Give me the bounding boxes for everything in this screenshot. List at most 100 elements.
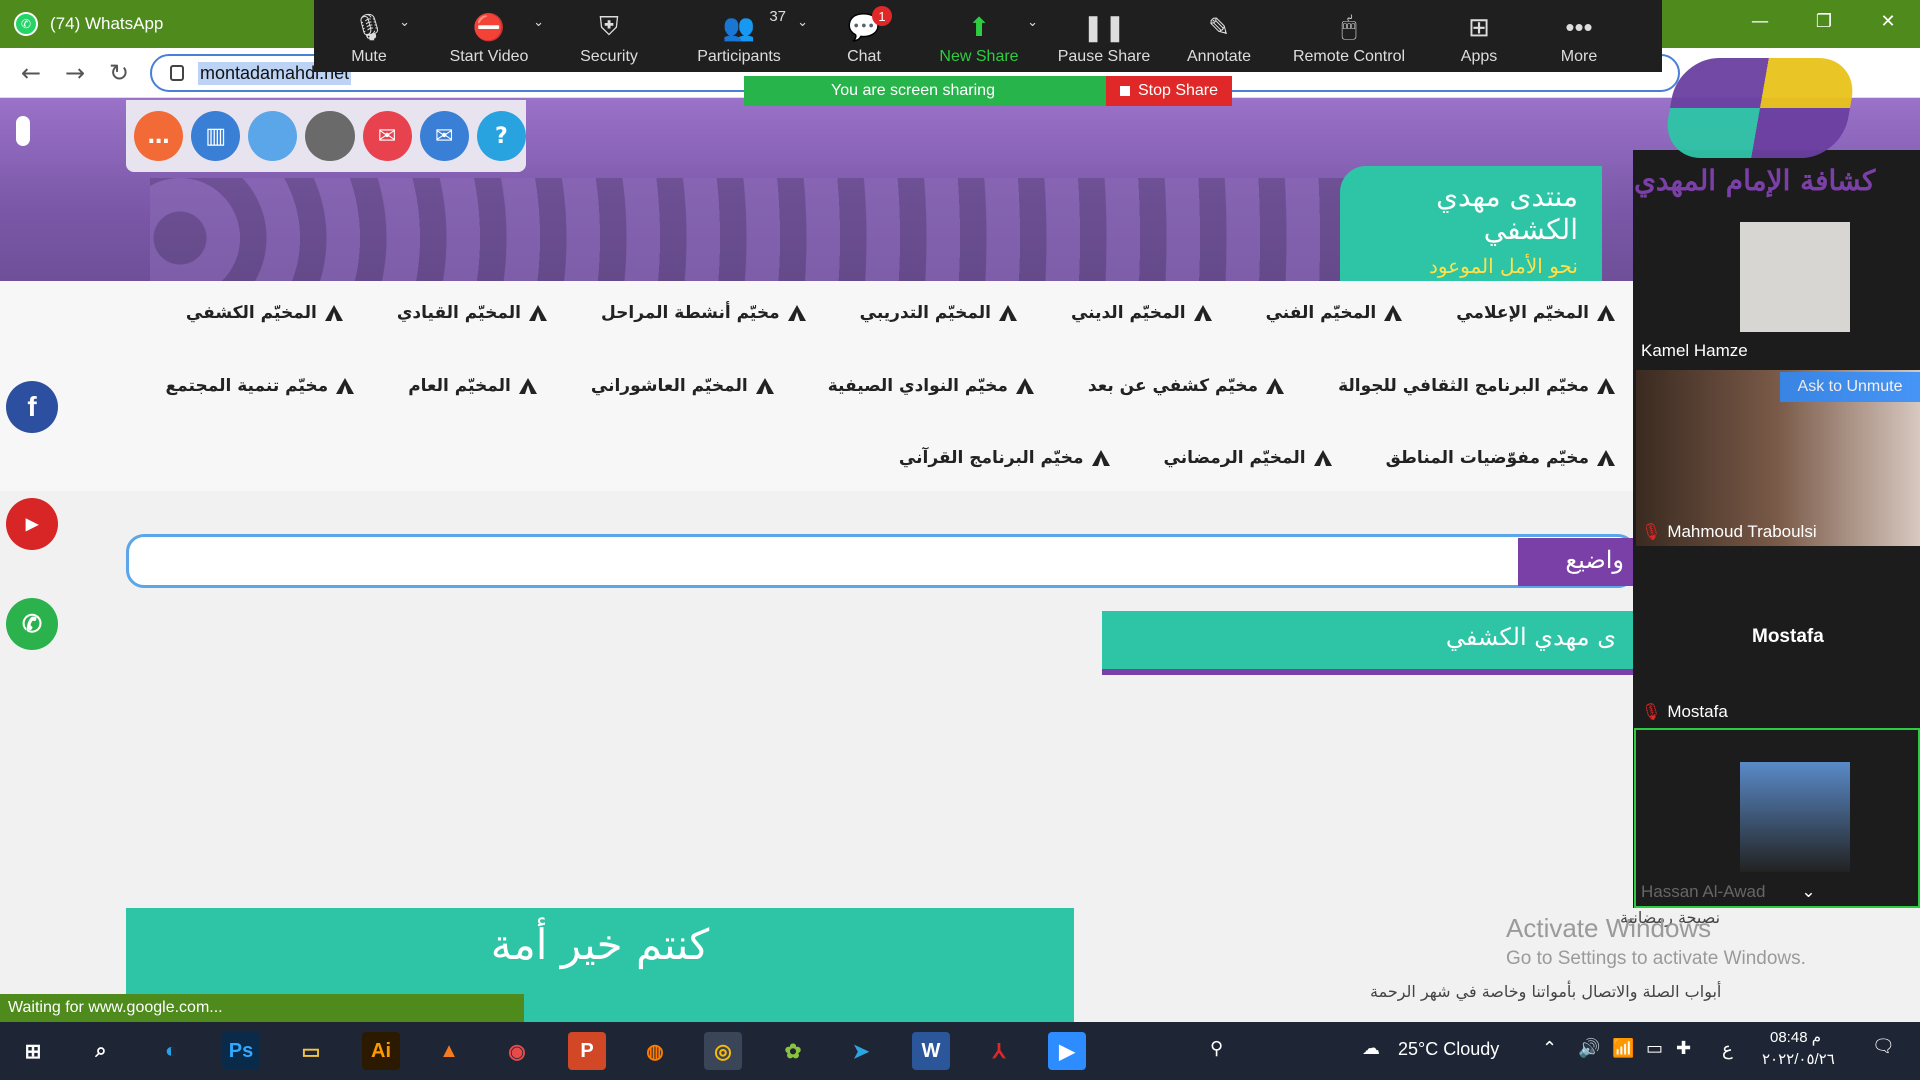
chevron-up-icon[interactable]: ⌃ xyxy=(1542,1038,1557,1059)
participants-button[interactable]: 👥 Participants 37 ⌄ xyxy=(664,0,814,72)
help-icon[interactable]: ? xyxy=(476,111,526,161)
powerpoint-icon[interactable]: P xyxy=(568,1032,606,1070)
whatsapp-share-icon[interactable]: ✆ xyxy=(6,598,58,650)
menu-item[interactable]: مخيّم البرنامج القرآني xyxy=(899,448,1110,468)
topics-button[interactable]: واضيع xyxy=(1518,538,1636,586)
tent-icon xyxy=(1266,378,1285,394)
telegram-icon[interactable]: ➤ xyxy=(842,1032,880,1070)
forward-icon[interactable]: → xyxy=(62,59,88,87)
volume-icon[interactable]: 🔊 xyxy=(1578,1038,1600,1059)
menu-item[interactable]: المخيّم التدريبي xyxy=(860,303,1017,323)
word-icon[interactable]: W xyxy=(912,1032,950,1070)
clock-date[interactable]: ٢٠٢٢/٠٥/٢٦ xyxy=(1762,1050,1835,1068)
clock-time[interactable]: 08:48 م xyxy=(1770,1028,1821,1046)
vlc-icon[interactable]: ▲ xyxy=(430,1032,468,1070)
ask-to-unmute-button[interactable]: Ask to Unmute xyxy=(1780,372,1920,402)
remote-control-button[interactable]: 🖱 Remote Control xyxy=(1274,0,1424,72)
chat-badge: 1 xyxy=(872,6,892,26)
menu-item-label: المخيّم الفني xyxy=(1265,303,1377,323)
chevron-down-icon: ⌄ xyxy=(797,14,808,29)
youtube-icon[interactable]: ▶ xyxy=(6,498,58,550)
tent-icon xyxy=(998,305,1017,321)
participant-photo xyxy=(1740,762,1850,872)
stop-share-button[interactable]: Stop Share xyxy=(1106,76,1232,106)
illustrator-icon[interactable]: Ai xyxy=(362,1032,400,1070)
tent-icon xyxy=(787,305,806,321)
section-header: ى مهدي الكشفي xyxy=(1102,611,1636,675)
chevron-down-icon: ⌄ xyxy=(1027,14,1038,29)
minimize-icon[interactable]: — xyxy=(1728,0,1792,42)
maximize-icon[interactable]: ❐ xyxy=(1792,0,1856,42)
menu-item[interactable]: مخيّم النوادي الصيفية xyxy=(828,376,1034,396)
pause-share-button[interactable]: ❚❚ Pause Share xyxy=(1044,0,1164,72)
firefox-icon[interactable]: ◍ xyxy=(636,1032,674,1070)
menu-item-label: مخيّم البرنامج القرآني xyxy=(898,448,1084,468)
menu-item[interactable]: المخيّم الكشفي xyxy=(186,303,343,323)
participant-name: Hassan Al-Awad ⌄ xyxy=(1641,882,1816,901)
menu-item[interactable]: المخيّم القيادي xyxy=(397,303,547,323)
menu-item-label: مخيّم أنشطة المراحل xyxy=(600,303,780,323)
menu-item[interactable]: مخيّم البرنامج الثقافي للجوالة xyxy=(1338,376,1615,396)
app-icon[interactable]: ◉ xyxy=(498,1032,536,1070)
start-video-button[interactable]: ⛔ Start Video ⌄ xyxy=(424,0,554,72)
menu-item-label: المخيّم التدريبي xyxy=(859,303,991,323)
tent-icon xyxy=(1597,450,1615,466)
menu-item[interactable]: المخيّم الديني xyxy=(1071,303,1212,323)
menu-item[interactable]: مخيّم تنمية المجتمع xyxy=(166,376,355,396)
photoshop-icon[interactable]: Ps xyxy=(222,1032,260,1070)
app-tray-icon[interactable]: ✚ xyxy=(1676,1038,1691,1059)
menu-item[interactable]: المخيّم العام xyxy=(408,376,537,396)
chat-button[interactable]: 💬 Chat 1 xyxy=(814,0,914,72)
circle-blue-icon[interactable] xyxy=(248,111,298,161)
library-icon[interactable]: ▥ xyxy=(191,111,241,161)
menu-item[interactable]: المخيّم الفني xyxy=(1266,303,1403,323)
side-subtitle[interactable]: أبواب الصلة والاتصال بأمواتنا وخاصة في ش… xyxy=(1370,982,1721,1001)
browser-tab[interactable]: ✆ (74) WhatsApp xyxy=(14,8,163,40)
participant-count: 37 xyxy=(769,8,786,25)
people-icon[interactable]: ⚲ xyxy=(1210,1038,1223,1059)
menu-item[interactable]: المخيّم الرمضاني xyxy=(1164,448,1332,468)
battery-icon[interactable]: ▭ xyxy=(1646,1038,1663,1059)
search-icon[interactable]: ⌕ xyxy=(82,1032,120,1070)
menu-item-label: مخيّم مفوّضيات المناطق xyxy=(1385,448,1589,468)
reload-icon[interactable]: ↻ xyxy=(106,59,132,87)
menu-item-label: المخيّم العاشوراني xyxy=(590,376,748,396)
back-icon[interactable]: ← xyxy=(18,59,44,87)
mute-button[interactable]: 🎙 Mute ⌄ xyxy=(314,0,424,72)
forum-title: منتدى مهدي الكشفي xyxy=(1436,180,1578,246)
apps-button[interactable]: ⊞ Apps xyxy=(1424,0,1534,72)
input-language[interactable]: ع xyxy=(1722,1039,1733,1060)
network-icon[interactable]: 📶 xyxy=(1612,1038,1634,1059)
notifications-icon[interactable]: 🗨 xyxy=(1872,1036,1895,1057)
chevron-down-icon: ⌄ xyxy=(399,14,410,29)
facebook-icon[interactable]: f xyxy=(6,381,58,433)
chat-bubble-icon[interactable]: … xyxy=(134,111,184,161)
acrobat-icon[interactable]: ⅄ xyxy=(980,1032,1018,1070)
zoom-icon[interactable]: ▶ xyxy=(1048,1032,1086,1070)
menu-item[interactable]: مخيّم أنشطة المراحل xyxy=(601,303,806,323)
menu-item[interactable]: مخيّم مفوّضيات المناطق xyxy=(1386,448,1615,468)
weather-text[interactable]: 25°C Cloudy xyxy=(1398,1039,1499,1060)
menu-item-label: مخيّم كشفي عن بعد xyxy=(1087,376,1259,396)
security-button[interactable]: ⛨ Security xyxy=(554,0,664,72)
chrome-icon[interactable]: ◎ xyxy=(704,1032,742,1070)
tab-title: (74) WhatsApp xyxy=(50,14,164,33)
close-icon[interactable]: ✕ xyxy=(1856,0,1920,42)
email-icon[interactable]: ✉ xyxy=(419,111,469,161)
annotate-button[interactable]: ✎ Annotate xyxy=(1164,0,1274,72)
file-explorer-icon[interactable]: ▭ xyxy=(292,1032,330,1070)
menu-item[interactable]: المخيّم العاشوراني xyxy=(591,376,774,396)
new-share-button[interactable]: ⬆ New Share ⌄ xyxy=(914,0,1044,72)
circle-gray-icon[interactable] xyxy=(305,111,355,161)
app-icon[interactable]: ✿ xyxy=(774,1032,812,1070)
menu-item[interactable]: المخيّم الإعلامي xyxy=(1456,303,1615,323)
edge-icon[interactable]: ◐ xyxy=(152,1032,190,1070)
menu-row-1: المخيّم الكشفي المخيّم القيادي مخيّم أنشطة… xyxy=(132,303,1615,323)
windows-start-icon[interactable]: ⊞ xyxy=(14,1032,52,1070)
search-input[interactable] xyxy=(126,534,1636,588)
mic-muted-icon: 🎙 xyxy=(1641,524,1662,541)
menu-item-label: مخيّم النوادي الصيفية xyxy=(827,376,1008,396)
menu-item[interactable]: مخيّم كشفي عن بعد xyxy=(1087,376,1285,396)
menu-item-label: المخيّم القيادي xyxy=(396,303,521,323)
mail-open-icon[interactable]: ✉ xyxy=(362,111,412,161)
